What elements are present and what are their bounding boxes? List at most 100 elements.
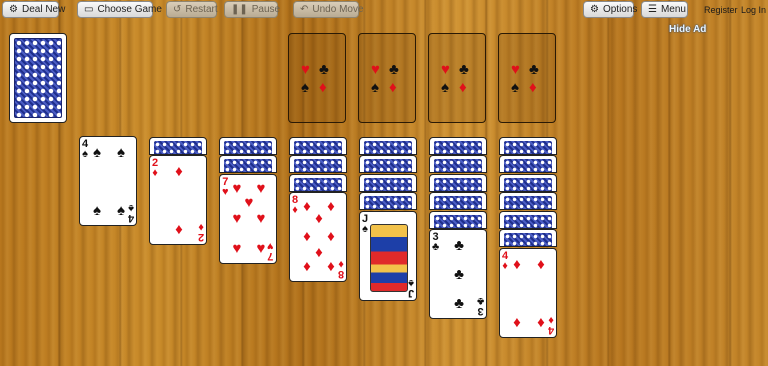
card-corner: 8 ♦	[337, 258, 344, 280]
heart-pip: ♥	[232, 180, 242, 197]
club-pip: ♣	[454, 266, 464, 283]
undo-move-button[interactable]: ↶ Undo Move	[293, 1, 364, 18]
diamond-pip: ♦	[315, 244, 323, 261]
diamond-icon: ♦	[459, 79, 467, 96]
heart-icon: ♥	[441, 61, 450, 78]
club-icon: ♣	[319, 61, 329, 78]
heart-pip: ♥	[256, 210, 266, 227]
card-corner: 7 ♥	[267, 240, 274, 262]
card-corner: 4 ♦	[502, 250, 509, 272]
heart-pip: ♥	[232, 240, 242, 257]
toolbar: ⚙ Deal New ▭ Choose Game ↺ Restart ❚❚ Pa…	[0, 0, 768, 20]
jack-portrait	[370, 224, 408, 292]
stock-pile[interactable]	[9, 33, 67, 123]
face-down-card	[149, 137, 207, 155]
pause-icon: ❚❚	[231, 3, 248, 15]
undo-move-label: Undo Move	[312, 4, 364, 15]
tableau-card-col7[interactable]: 4 ♦ ♦ ♦ ♦ ♦ 4 ♦	[499, 248, 557, 338]
face-down-card	[499, 211, 557, 229]
card-corner: 3 ♣	[432, 231, 440, 253]
face-down-card	[219, 137, 277, 155]
face-down-card	[429, 211, 487, 229]
pause-button[interactable]: ❚❚ Pause	[224, 1, 280, 18]
card-corner: 2 ♦	[197, 221, 204, 243]
diamond-pip: ♦	[537, 256, 545, 273]
face-down-card	[219, 155, 277, 173]
restart-button[interactable]: ↺ Restart	[166, 1, 218, 18]
face-down-card	[289, 137, 347, 155]
tableau-card-col2[interactable]: 2 ♦ ♦ ♦ 2 ♦	[149, 155, 207, 245]
tableau-card-col4[interactable]: 8 ♦ ♦ ♦ ♦ ♦ ♦ ♦ ♦ ♦ 8 ♦	[289, 192, 347, 282]
face-down-card	[359, 137, 417, 155]
card-corner: 8 ♦	[292, 194, 299, 216]
face-down-card	[289, 174, 347, 192]
foundation-slot-3[interactable]: ♥ ♣ ♠ ♦	[428, 33, 486, 123]
foundation-slot-2[interactable]: ♥ ♣ ♠ ♦	[358, 33, 416, 123]
face-down-card	[429, 192, 487, 210]
foundation-slot-1[interactable]: ♥ ♣ ♠ ♦	[288, 33, 346, 123]
spade-icon: ♠	[371, 79, 379, 96]
face-down-card	[429, 174, 487, 192]
foundation-slot-4[interactable]: ♥ ♣ ♠ ♦	[498, 33, 556, 123]
card-corner: 4 ♠	[127, 202, 134, 224]
diamond-pip: ♦	[175, 163, 183, 180]
tableau-card-col3[interactable]: 7 ♥ ♥ ♥ ♥ ♥ ♥ ♥ ♥ 7 ♥	[219, 174, 277, 264]
diamond-pip: ♦	[303, 258, 311, 275]
club-icon: ♣	[389, 61, 399, 78]
club-pip: ♣	[454, 237, 464, 254]
card-corner: 4 ♠	[82, 138, 89, 160]
spade-pip: ♠	[117, 144, 125, 161]
heart-pip: ♥	[232, 210, 242, 227]
options-button[interactable]: ⚙ Options	[583, 1, 638, 18]
heart-icon: ♥	[371, 61, 380, 78]
choose-game-button[interactable]: ▭ Choose Game	[77, 1, 162, 18]
menu-icon: ☰	[648, 3, 657, 15]
face-down-card	[359, 174, 417, 192]
options-label: Options	[602, 4, 638, 15]
face-down-card	[289, 155, 347, 173]
card-corner: 7 ♥	[222, 176, 229, 198]
register-link[interactable]: Register	[704, 5, 738, 15]
diamond-icon: ♦	[529, 79, 537, 96]
card-corner: J ♠	[407, 277, 414, 299]
gear-icon: ⚙	[590, 3, 599, 15]
club-icon: ♣	[459, 61, 469, 78]
log-in-link[interactable]: Log In	[741, 5, 766, 15]
face-down-card	[499, 229, 557, 247]
face-down-card	[499, 174, 557, 192]
face-down-card	[359, 192, 417, 210]
heart-icon: ♥	[301, 61, 310, 78]
card-corner: 4 ♦	[547, 314, 554, 336]
tableau-card-col6[interactable]: 3 ♣ ♣ ♣ ♣ 3 ♣	[429, 229, 487, 319]
tableau-card-col5[interactable]: J ♠ J ♠	[359, 211, 417, 301]
heart-icon: ♥	[511, 61, 520, 78]
spade-icon: ♠	[511, 79, 519, 96]
spade-icon: ♠	[301, 79, 309, 96]
menu-button[interactable]: ☰ Menu	[641, 1, 688, 18]
card-corner: 2 ♦	[152, 157, 159, 179]
undo-icon: ↶	[300, 3, 309, 15]
heart-pip: ♥	[256, 180, 266, 197]
restart-icon: ↺	[173, 3, 182, 15]
diamond-pip: ♦	[303, 228, 311, 245]
card-corner: 3 ♣	[476, 295, 484, 317]
diamond-pip: ♦	[327, 258, 335, 275]
face-down-card	[499, 155, 557, 173]
club-icon: ♣	[529, 61, 539, 78]
choose-game-label: Choose Game	[97, 4, 162, 15]
restart-label: Restart	[185, 4, 218, 15]
face-down-card	[429, 137, 487, 155]
diamond-pip: ♦	[315, 210, 323, 227]
spade-pip: ♠	[117, 202, 125, 219]
menu-label: Menu	[660, 4, 686, 15]
diamond-pip: ♦	[513, 256, 521, 273]
diamond-pip: ♦	[537, 314, 545, 331]
face-down-card	[359, 155, 417, 173]
hide-ad-link[interactable]: Hide Ad	[669, 24, 706, 35]
deal-new-button[interactable]: ⚙ Deal New	[2, 1, 65, 18]
tableau-card-col1[interactable]: 4 ♠ ♠ ♠ ♠ ♠ 4 ♠	[79, 136, 137, 226]
spade-icon: ♠	[441, 79, 449, 96]
spade-pip: ♠	[93, 144, 101, 161]
face-down-card	[499, 137, 557, 155]
cards-icon: ▭	[84, 3, 94, 15]
